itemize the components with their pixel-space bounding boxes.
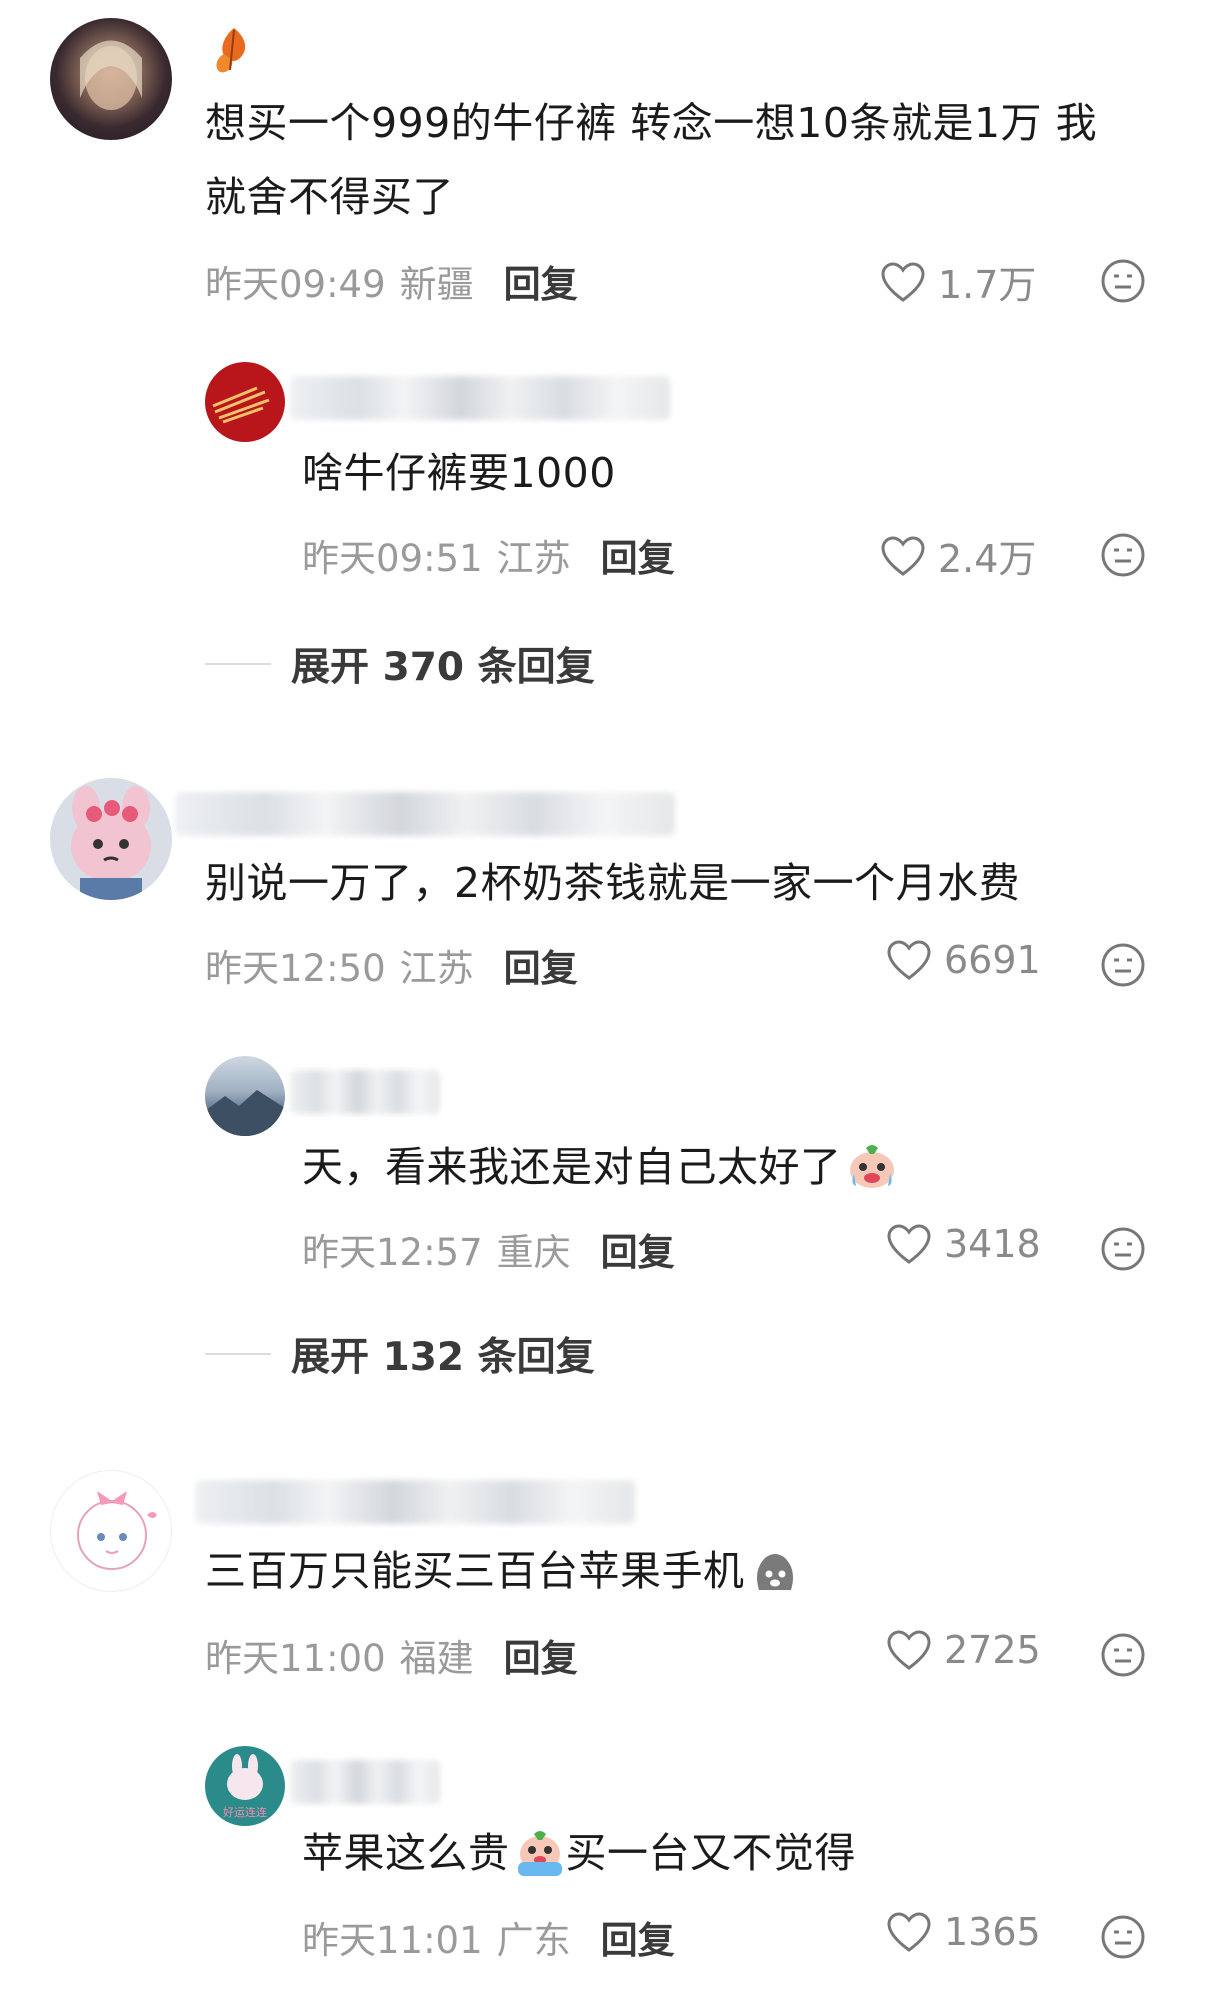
comment-2: 别说一万了，2杯奶茶钱就是一家一个月水费 昨天12:50 江苏 回复 6691 … <box>0 760 1224 1400</box>
location: 江苏 <box>399 947 474 990</box>
comment-meta: 昨天09:49 新疆 回复 <box>205 254 578 308</box>
reply-text: 天，看来我还是对自己太好了 <box>302 1130 898 1204</box>
expand-replies-button[interactable]: 展开 370 条回复 <box>205 636 595 692</box>
like-count: 1365 <box>944 1910 1041 1954</box>
heart-outline-icon <box>887 1912 931 1952</box>
username-blurred[interactable] <box>195 1480 635 1524</box>
location: 福建 <box>399 1637 474 1680</box>
timestamp: 昨天12:57 <box>302 1231 483 1274</box>
reply-button[interactable]: 回复 <box>601 1222 675 1276</box>
expand-replies-button[interactable]: 展开 132 条回复 <box>205 1326 595 1382</box>
timestamp: 昨天09:49 <box>205 263 386 306</box>
avatar[interactable] <box>50 1470 172 1592</box>
like-count: 1.7万 <box>938 263 1037 307</box>
username-blurred[interactable] <box>290 376 670 420</box>
timestamp: 昨天11:01 <box>302 1919 483 1962</box>
location: 新疆 <box>399 263 474 306</box>
like-count: 3418 <box>944 1222 1041 1266</box>
comment-text: 想买一个999的牛仔裤 转念一想10条就是1万 我 就舍不得买了 <box>205 99 1098 221</box>
timestamp: 昨天11:00 <box>205 1637 386 1680</box>
reply-button[interactable]: 回复 <box>504 254 578 308</box>
comment-text-body: 三百万只能买三百台苹果手机 <box>205 1547 745 1595</box>
avatar[interactable] <box>50 18 172 140</box>
comment-3: 三百万只能买三百台苹果手机 昨天11:00 福建 回复 2725 好运连连 苹果… <box>0 1450 1224 2005</box>
like-button[interactable]: 1365 <box>886 1910 1041 1954</box>
username-blurred[interactable] <box>175 792 675 836</box>
avatar-caption: 好运连连 <box>223 1805 267 1819</box>
like-button[interactable]: 1.7万 <box>880 254 1036 309</box>
grey-blob-emoji-icon <box>756 1554 793 1590</box>
comment-1: 想买一个999的牛仔裤 转念一想10条就是1万 我 就舍不得买了 昨天09:49… <box>0 0 1224 640</box>
reply-text: 苹果这么贵 买一台又不觉得 <box>302 1816 856 1890</box>
divider <box>205 1353 271 1355</box>
emoji-face-icon[interactable] <box>1100 1632 1146 1678</box>
heart-outline-icon <box>887 1224 931 1264</box>
expand-label: 展开 370 条回复 <box>291 645 595 690</box>
reply-meta: 昨天12:57 重庆 回复 <box>302 1222 675 1276</box>
reply-button[interactable]: 回复 <box>601 1910 675 1964</box>
timestamp: 昨天12:50 <box>205 947 386 990</box>
reply-button[interactable]: 回复 <box>504 938 578 992</box>
location: 江苏 <box>496 537 571 580</box>
reply-meta: 昨天09:51 江苏 回复 <box>302 528 675 582</box>
reply-meta: 昨天11:01 广东 回复 <box>302 1910 675 1964</box>
crying-face-emoji-icon <box>517 1831 562 1876</box>
reply-button[interactable]: 回复 <box>601 528 675 582</box>
avatar[interactable] <box>205 1056 285 1136</box>
heart-outline-icon <box>887 1630 931 1670</box>
emoji-face-icon[interactable] <box>1100 1914 1146 1960</box>
reply-text-body: 天，看来我还是对自己太好了 <box>302 1143 842 1191</box>
like-count: 6691 <box>944 938 1041 982</box>
crying-laughing-emoji-icon <box>849 1145 894 1188</box>
emoji-face-icon[interactable] <box>1100 532 1146 578</box>
avatar[interactable]: 好运连连 <box>205 1746 285 1826</box>
like-button[interactable]: 6691 <box>886 938 1041 982</box>
like-count: 2725 <box>944 1628 1041 1672</box>
heart-outline-icon <box>881 535 925 576</box>
autumn-leaf-icon <box>216 28 246 73</box>
heart-outline-icon <box>881 261 925 302</box>
avatar[interactable] <box>50 778 172 900</box>
divider <box>205 663 271 665</box>
avatar[interactable] <box>205 362 285 442</box>
reply-button[interactable]: 回复 <box>504 1628 578 1682</box>
expand-label: 展开 132 条回复 <box>291 1335 595 1380</box>
like-count: 2.4万 <box>938 537 1037 581</box>
username-blurred[interactable] <box>290 1070 440 1114</box>
like-button[interactable]: 2725 <box>886 1628 1041 1672</box>
like-button[interactable]: 3418 <box>886 1222 1041 1266</box>
reply-text-part-1: 苹果这么贵 <box>302 1829 510 1877</box>
emoji-face-icon[interactable] <box>1100 1226 1146 1272</box>
reply-text-part-2: 买一台又不觉得 <box>565 1829 856 1877</box>
username-blurred[interactable] <box>290 1760 440 1804</box>
location: 广东 <box>496 1919 571 1962</box>
comment-meta: 昨天11:00 福建 回复 <box>205 1628 578 1682</box>
emoji-face-icon[interactable] <box>1100 942 1146 988</box>
comment-meta: 昨天12:50 江苏 回复 <box>205 938 578 992</box>
like-button[interactable]: 2.4万 <box>880 528 1036 583</box>
comment-text: 别说一万了，2杯奶茶钱就是一家一个月水费 <box>205 859 1021 907</box>
location: 重庆 <box>496 1231 571 1274</box>
timestamp: 昨天09:51 <box>302 537 483 580</box>
heart-outline-icon <box>887 940 931 980</box>
comment-text: 三百万只能买三百台苹果手机 <box>205 1534 801 1608</box>
emoji-face-icon[interactable] <box>1100 258 1146 304</box>
reply-text: 啥牛仔裤要1000 <box>302 449 616 497</box>
